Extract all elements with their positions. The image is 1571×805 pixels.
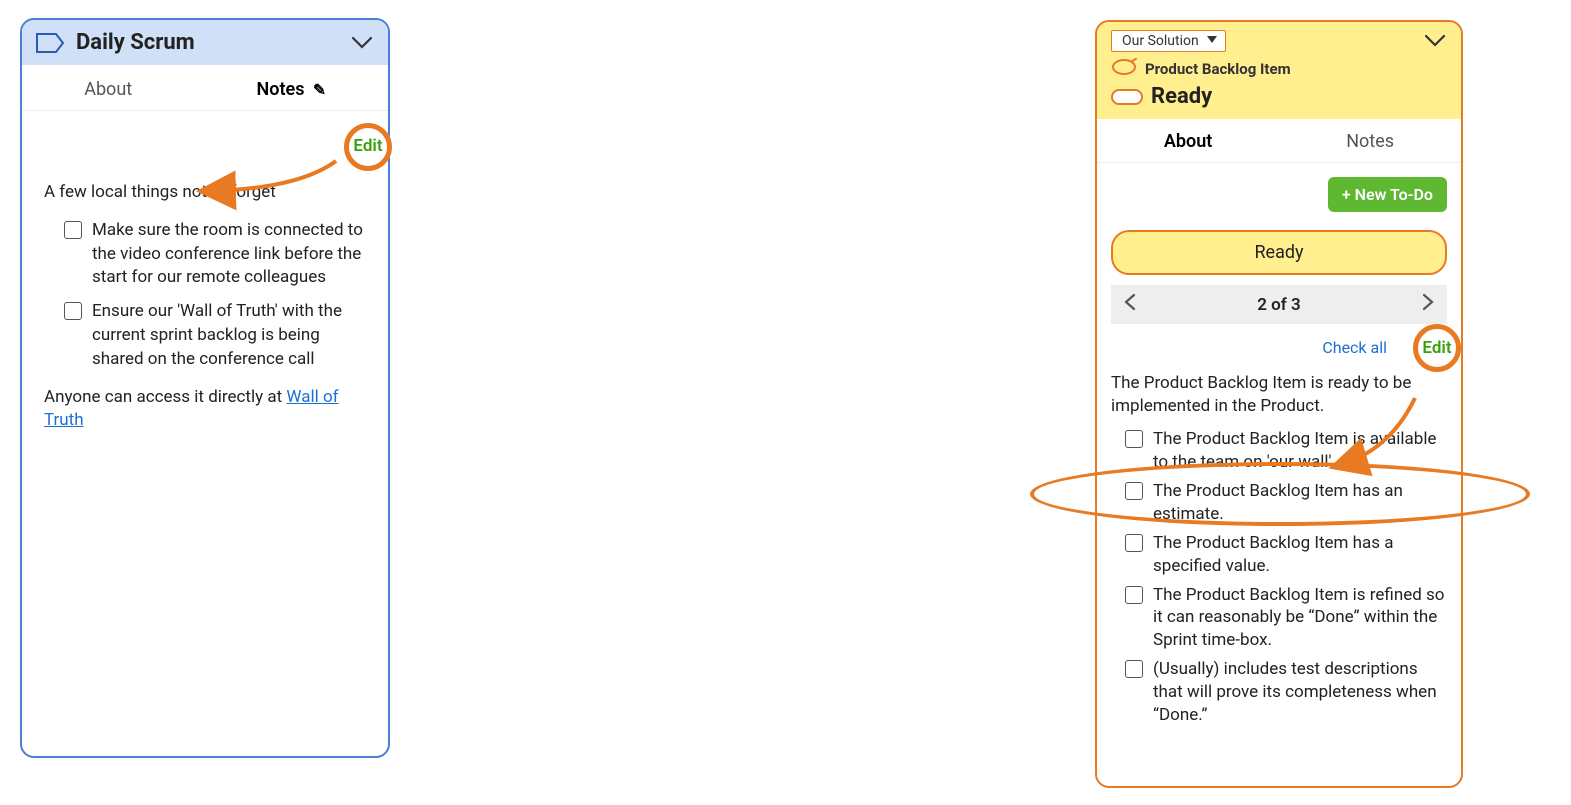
edit-button[interactable]: Edit: [353, 135, 382, 159]
footer-pre: Anyone can access it directly at: [44, 387, 286, 407]
pager-text: 2 of 3: [1257, 295, 1301, 315]
header-row-solution: Our Solution: [1111, 30, 1447, 52]
check-all-link[interactable]: Check all: [1322, 338, 1387, 357]
new-todo-button[interactable]: + New To-Do: [1328, 177, 1447, 212]
ready-card: Our Solution Product Backlog Item Ready …: [1095, 20, 1463, 788]
tab-notes[interactable]: Notes ✎: [237, 73, 346, 106]
flag-icon: [36, 31, 66, 55]
checklist-item: (Usually) includes test descriptions tha…: [1125, 658, 1447, 727]
checklist-item: The Product Backlog Item has a specified…: [1125, 532, 1447, 578]
intro-text: A few local things not to forget: [44, 181, 366, 205]
status-pill[interactable]: Ready: [1111, 230, 1447, 275]
header-row-title: Ready: [1111, 84, 1447, 109]
checklist-item: The Product Backlog Item is refined so i…: [1125, 584, 1447, 653]
edit-button[interactable]: Edit: [1422, 338, 1451, 358]
checklist: The Product Backlog Item is available to…: [1111, 428, 1447, 727]
pager-next-icon[interactable]: [1421, 293, 1435, 316]
pager: 2 of 3: [1111, 285, 1447, 324]
chevron-down-icon[interactable]: [350, 35, 374, 51]
pencil-icon: ✎: [313, 81, 326, 99]
checklist-text: Ensure our 'Wall of Truth' with the curr…: [92, 300, 366, 371]
checklist-text: The Product Backlog Item is refined so i…: [1153, 584, 1447, 653]
checklist-item: The Product Backlog Item has an estimate…: [1125, 480, 1447, 526]
checklist: Make sure the room is connected to the v…: [44, 219, 366, 372]
actions-row: Check all Edit: [1111, 332, 1447, 372]
checkbox[interactable]: [1125, 482, 1143, 500]
tab-about[interactable]: About: [64, 73, 152, 106]
checklist-text: The Product Backlog Item is available to…: [1153, 428, 1447, 474]
checklist-text: The Product Backlog Item has a specified…: [1153, 532, 1447, 578]
tab-about[interactable]: About: [1144, 125, 1232, 158]
checklist-text: The Product Backlog Item has an estimate…: [1153, 480, 1447, 526]
intro-text: The Product Backlog Item is ready to be …: [1111, 372, 1447, 418]
checklist-text: (Usually) includes test descriptions tha…: [1153, 658, 1447, 727]
checklist-item: Make sure the room is connected to the v…: [64, 219, 366, 290]
edit-annotation-circle: Edit: [1413, 324, 1461, 372]
tab-notes[interactable]: Notes: [1326, 125, 1414, 158]
tab-notes-label: Notes: [257, 79, 305, 100]
card-body: + New To-Do Ready 2 of 3 Check all Edit …: [1097, 163, 1461, 743]
checkbox[interactable]: [1125, 430, 1143, 448]
status-tag-icon: [1111, 89, 1143, 105]
card-title: Ready: [1151, 84, 1212, 109]
card-title: Daily Scrum: [76, 30, 195, 55]
checklist-item: The Product Backlog Item is available to…: [1125, 428, 1447, 474]
checklist-text: Make sure the room is connected to the v…: [92, 219, 366, 290]
edit-annotation-circle: Edit: [344, 123, 392, 171]
card-header: Daily Scrum: [22, 20, 388, 65]
checkbox[interactable]: [1125, 660, 1143, 678]
card-body: Edit A few local things not to forget Ma…: [22, 111, 388, 464]
pbi-icon: [1111, 58, 1137, 80]
solution-dropdown[interactable]: Our Solution: [1111, 30, 1226, 52]
checkbox[interactable]: [64, 302, 82, 320]
chevron-down-icon[interactable]: [1423, 33, 1447, 49]
daily-scrum-card: Daily Scrum About Notes ✎ Edit A few loc…: [20, 18, 390, 758]
checkbox[interactable]: [1125, 586, 1143, 604]
pbi-label: Product Backlog Item: [1145, 60, 1291, 78]
tabs: About Notes ✎: [22, 65, 388, 111]
pager-prev-icon[interactable]: [1123, 293, 1137, 316]
checklist-item: Ensure our 'Wall of Truth' with the curr…: [64, 300, 366, 371]
card-header: Our Solution Product Backlog Item Ready: [1097, 22, 1461, 119]
checkbox[interactable]: [1125, 534, 1143, 552]
tabs: About Notes: [1097, 119, 1461, 163]
header-row-pbi: Product Backlog Item: [1111, 58, 1447, 80]
footer-text: Anyone can access it directly at Wall of…: [44, 386, 366, 434]
checkbox[interactable]: [64, 221, 82, 239]
